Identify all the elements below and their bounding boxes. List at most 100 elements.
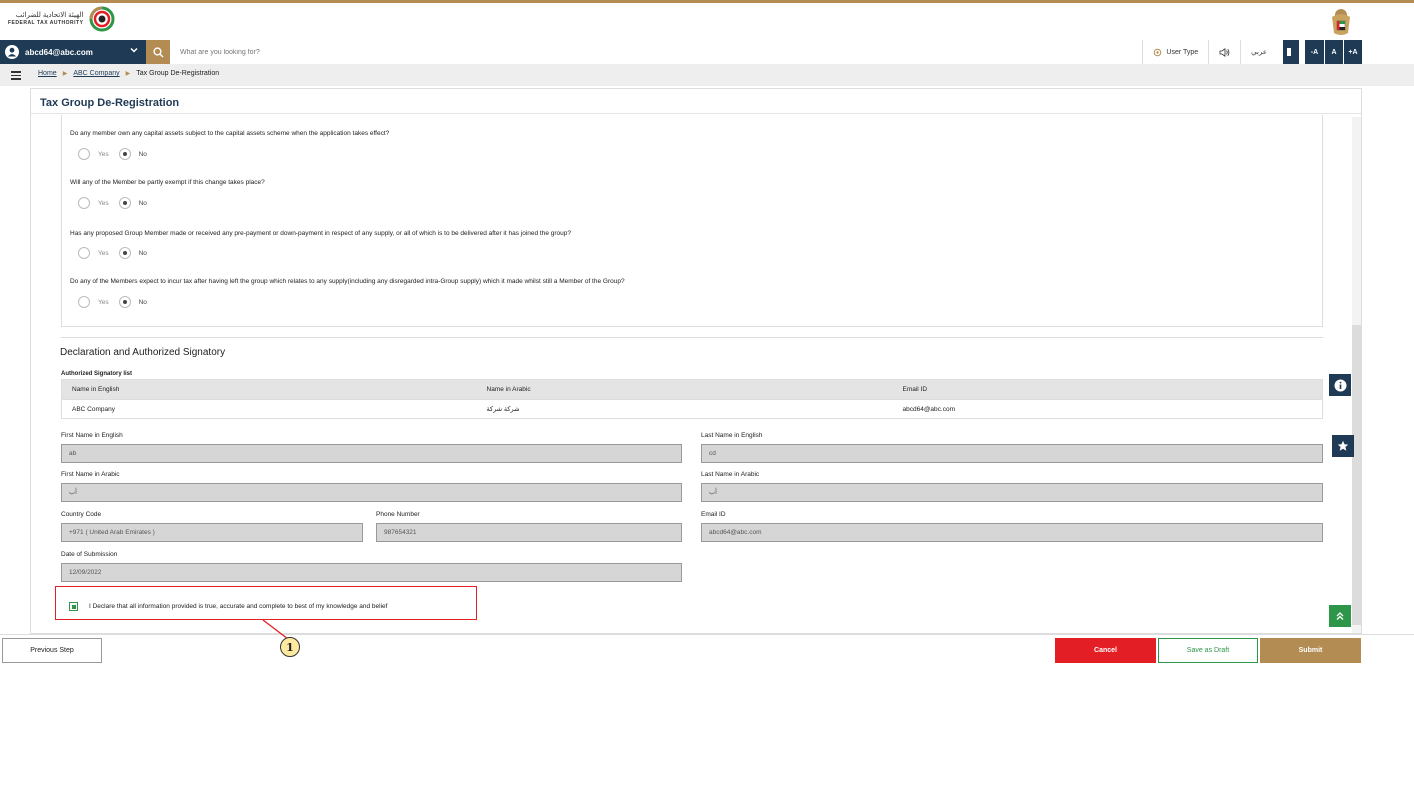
page-title: Tax Group De-Registration <box>40 97 180 109</box>
radio-no[interactable] <box>118 296 131 308</box>
question-radio-group: Yes No <box>78 296 157 308</box>
first-name-ar-field[interactable]: أب <box>61 483 682 502</box>
uae-emblem-icon <box>1332 9 1350 35</box>
font-decrease-button[interactable]: -A <box>1299 40 1324 64</box>
radio-no-label: No <box>138 298 147 306</box>
question-radio-group: Yes No <box>78 247 157 259</box>
breadcrumb-company[interactable]: ABC Company <box>73 70 119 77</box>
double-chevron-up-icon <box>1336 612 1344 620</box>
radio-yes[interactable] <box>78 148 90 160</box>
divider <box>61 337 1323 338</box>
divider <box>31 113 1361 114</box>
radio-no[interactable] <box>118 247 131 259</box>
radio-no[interactable] <box>118 197 131 209</box>
first-name-en-label: First Name in English <box>61 432 123 439</box>
table-row: ABC Company شركة شركة abcd64@abc.com <box>61 399 1323 419</box>
breadcrumb-current: Tax Group De-Registration <box>136 70 220 77</box>
breadcrumb-home[interactable]: Home <box>38 70 57 77</box>
user-email: abcd64@abc.com <box>25 47 93 57</box>
user-type-selector[interactable]: User Type <box>1142 40 1208 64</box>
chevron-down-icon <box>130 47 138 53</box>
declaration-checkbox[interactable] <box>69 602 78 611</box>
questions-panel: Do any member own any capital assets sub… <box>61 115 1323 327</box>
column-header: Name in Arabic <box>476 379 893 400</box>
last-name-ar-field[interactable]: أب <box>701 483 1323 502</box>
question-text: Will any of the Member be partly exempt … <box>70 179 265 186</box>
first-name-en-field[interactable]: ab <box>61 444 682 463</box>
country-code-field[interactable]: +971 ( United Arab Emirates ) <box>61 523 363 542</box>
contrast-icon <box>1287 48 1295 56</box>
breadcrumb-separator-icon: ▶ <box>125 71 131 77</box>
font-increase-button[interactable]: +A <box>1343 40 1362 64</box>
search-icon <box>152 46 163 57</box>
fta-logo[interactable]: الهيئة الاتحادية للضرائب FEDERAL TAX AUT… <box>8 6 115 32</box>
user-menu[interactable]: abcd64@abc.com <box>0 40 146 64</box>
radio-yes-label: Yes <box>98 298 109 306</box>
speaker-icon <box>1219 47 1230 57</box>
annotation-number-badge: 1 <box>280 637 300 657</box>
fta-logo-icon <box>89 6 115 32</box>
email-field[interactable]: abcd64@abc.com <box>701 523 1323 542</box>
radio-yes[interactable] <box>78 247 90 259</box>
submission-date-field[interactable]: 12/09/2022 <box>61 563 682 582</box>
font-normal-button[interactable]: A <box>1324 40 1343 64</box>
submission-date-label: Date of Submission <box>61 551 118 558</box>
breadcrumb-bar: Home ▶ ABC Company ▶ Tax Group De-Regist… <box>0 64 1414 86</box>
table-cell: ABC Company <box>61 399 477 419</box>
phone-number-label: Phone Number <box>376 511 420 518</box>
radio-yes-label: Yes <box>98 199 109 207</box>
gear-icon <box>1154 48 1162 56</box>
search-input[interactable] <box>172 42 772 62</box>
question-text: Has any proposed Group Member made or re… <box>70 230 572 237</box>
cancel-button[interactable]: Cancel <box>1055 638 1156 663</box>
submit-button[interactable]: Submit <box>1260 638 1361 663</box>
radio-no[interactable] <box>118 148 131 160</box>
breadcrumb-separator-icon: ▶ <box>62 71 68 77</box>
footer-divider <box>0 634 1414 635</box>
question-text: Do any of the Members expect to incur ta… <box>70 278 625 285</box>
scrollbar-thumb[interactable] <box>1352 325 1361 625</box>
logo-arabic-text: الهيئة الاتحادية للضرائب <box>15 12 84 19</box>
radio-yes-label: Yes <box>98 249 109 257</box>
hamburger-menu-icon[interactable] <box>11 71 21 82</box>
phone-number-field[interactable]: 987654321 <box>376 523 682 542</box>
radio-yes[interactable] <box>78 197 90 209</box>
signatory-table: Name in English Name in Arabic Email ID … <box>61 379 1323 419</box>
previous-step-button[interactable]: Previous Step <box>2 638 102 663</box>
top-navbar: abcd64@abc.com User Type عربي <box>0 40 1414 64</box>
question-text: Do any member own any capital assets sub… <box>70 130 390 137</box>
country-code-label: Country Code <box>61 511 102 518</box>
declaration-text: I Declare that all information provided … <box>89 603 388 610</box>
last-name-en-field[interactable]: cd <box>701 444 1323 463</box>
question-radio-group: Yes No <box>78 148 157 160</box>
user-type-label: User Type <box>1166 48 1199 56</box>
scroll-top-button[interactable] <box>1329 605 1351 627</box>
first-name-ar-label: First Name in Arabic <box>61 471 120 478</box>
table-cell: abcd64@abc.com <box>892 399 1323 419</box>
favorite-button[interactable] <box>1332 435 1354 457</box>
header: الهيئة الاتحادية للضرائب FEDERAL TAX AUT… <box>0 3 1414 40</box>
radio-no-label: No <box>138 150 147 158</box>
email-label: Email ID <box>701 511 726 518</box>
radio-yes[interactable] <box>78 296 90 308</box>
last-name-ar-label: Last Name in Arabic <box>701 471 760 478</box>
save-draft-button[interactable]: Save as Draft <box>1158 638 1258 663</box>
column-header: Name in English <box>61 379 477 400</box>
table-cell: شركة شركة <box>476 399 893 419</box>
user-avatar-icon <box>5 45 19 59</box>
section-title: Declaration and Authorized Signatory <box>60 347 226 358</box>
radio-yes-label: Yes <box>98 150 109 158</box>
question-radio-group: Yes No <box>78 197 157 209</box>
main-panel: Tax Group De-Registration Do any member … <box>30 88 1362 634</box>
info-icon <box>1334 379 1346 391</box>
breadcrumb: Home ▶ ABC Company ▶ Tax Group De-Regist… <box>38 70 219 77</box>
screen-reader-button[interactable] <box>1208 40 1240 64</box>
info-button[interactable] <box>1329 374 1351 396</box>
contrast-toggle[interactable] <box>1277 40 1299 64</box>
signatory-list-label: Authorized Signatory list <box>61 371 133 377</box>
logo-english-text: FEDERAL TAX AUTHORITY <box>8 20 84 26</box>
language-toggle[interactable]: عربي <box>1240 40 1277 64</box>
column-header: Email ID <box>892 379 1323 400</box>
search-button[interactable] <box>146 40 170 64</box>
radio-no-label: No <box>138 199 147 207</box>
